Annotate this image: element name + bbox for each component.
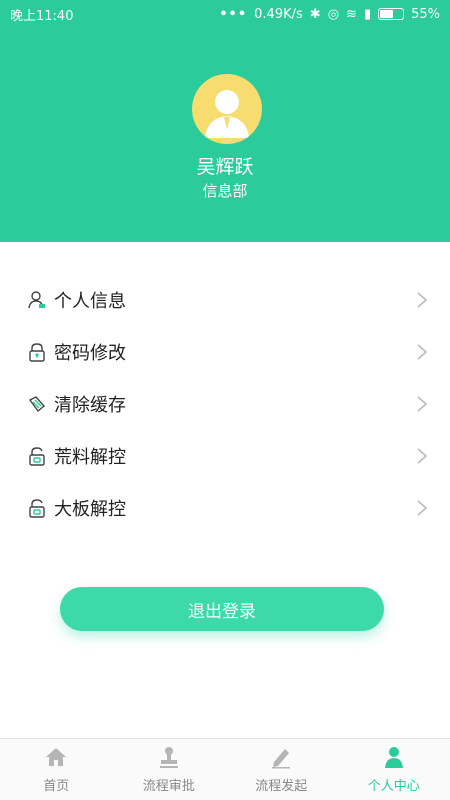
user-icon (26, 289, 48, 311)
menu-item-clear-cache[interactable]: 清除缓存 (0, 378, 450, 430)
menu-item-block-unlock[interactable]: 荒料解控 (0, 430, 450, 482)
battery-level: 55% (411, 6, 440, 22)
person-icon (382, 745, 406, 773)
tab-process-approval[interactable]: 流程审批 (113, 739, 226, 800)
avatar-person-icon (205, 90, 249, 138)
bluetooth-icon: ✱ (309, 6, 321, 22)
menu-item-label: 个人信息 (54, 291, 126, 312)
status-time: 晚上11:40 (10, 8, 74, 24)
menu-item-personal-info[interactable]: 个人信息 (0, 274, 450, 326)
menu-item-label: 清除缓存 (54, 395, 126, 416)
battery-icon (378, 8, 405, 20)
tab-label: 个人中心 (367, 779, 420, 794)
menu-item-slab-unlock[interactable]: 大板解控 (0, 482, 450, 534)
alarm-icon: ◎ (327, 6, 340, 22)
lock-icon (26, 341, 48, 363)
chevron-right-icon (416, 291, 428, 309)
stamp-icon (157, 745, 181, 773)
settings-menu: 个人信息 密码修改 清除缓存 荒料解控 大板解控 (0, 274, 450, 534)
logout-button[interactable]: 退出登录 (60, 587, 384, 631)
tab-personal-center[interactable]: 个人中心 (338, 739, 450, 800)
broom-icon (26, 393, 48, 415)
tab-label: 流程发起 (255, 779, 308, 794)
chevron-right-icon (416, 343, 428, 361)
bottom-tab-bar: 首页 流程审批 流程发起 个人中心 (0, 738, 450, 800)
menu-item-label: 大板解控 (54, 499, 126, 520)
chevron-right-icon (416, 499, 428, 517)
more-dots-icon: ••• (219, 6, 248, 22)
chevron-right-icon (416, 395, 428, 413)
tab-process-initiate[interactable]: 流程发起 (225, 739, 338, 800)
status-indicators: ••• 0.49K/s ✱ ◎ ≋ ▮ 55% (219, 7, 440, 22)
user-department: 信息部 (202, 182, 248, 200)
home-icon (44, 745, 68, 773)
unlock-icon (26, 497, 48, 519)
network-speed: 0.49K/s (254, 6, 303, 22)
pen-icon (269, 745, 293, 773)
wifi-icon: ≋ (346, 6, 357, 22)
unlock-icon (26, 445, 48, 467)
profile-header: 吴辉跃 信息部 (0, 28, 450, 242)
menu-item-change-password[interactable]: 密码修改 (0, 326, 450, 378)
menu-item-label: 荒料解控 (54, 447, 126, 468)
avatar[interactable] (192, 74, 262, 144)
tab-label: 首页 (43, 779, 70, 794)
chevron-right-icon (416, 447, 428, 465)
status-bar: 晚上11:40 ••• 0.49K/s ✱ ◎ ≋ ▮ 55% (0, 0, 450, 28)
signal-icon: ▮ (363, 6, 372, 22)
menu-item-label: 密码修改 (54, 343, 126, 364)
tab-label: 流程审批 (142, 779, 195, 794)
tab-home[interactable]: 首页 (0, 739, 113, 800)
user-name: 吴辉跃 (196, 156, 254, 178)
